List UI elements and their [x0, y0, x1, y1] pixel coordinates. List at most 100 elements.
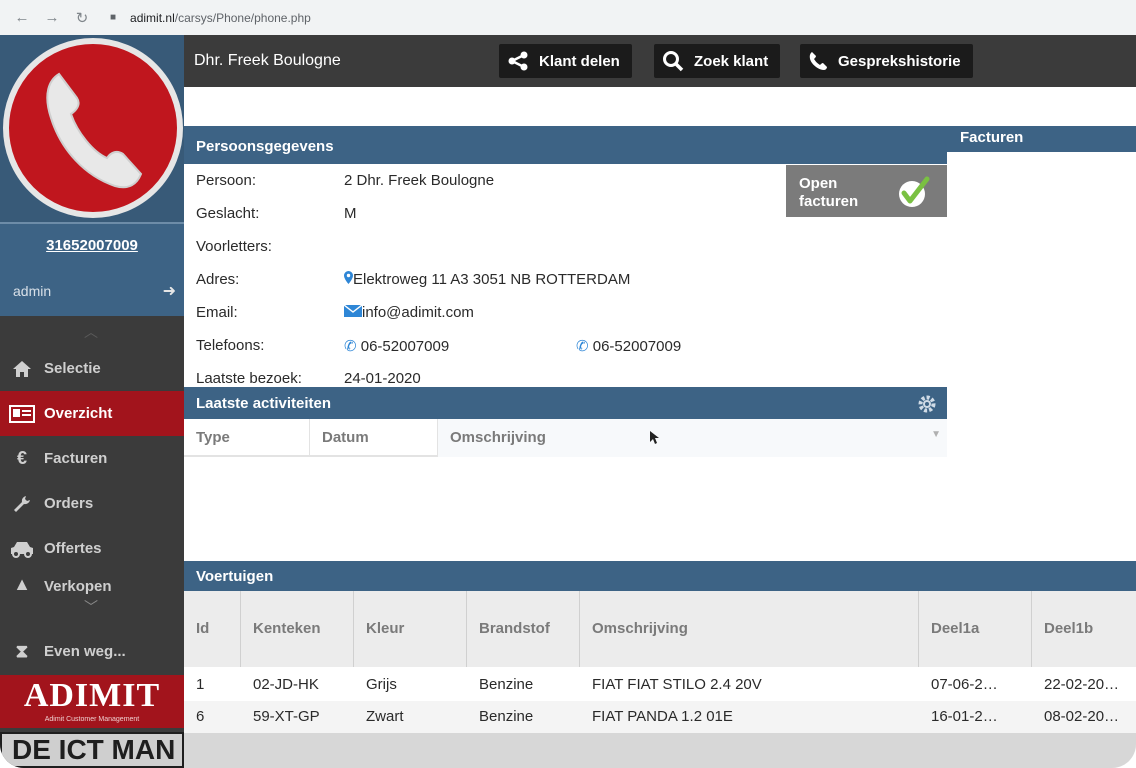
phone-icon [808, 51, 828, 71]
field-label: Adres: [196, 271, 240, 288]
cell-deel1a: 16-01-2… [931, 708, 998, 725]
field-value: 2 Dhr. Freek Boulogne [344, 172, 495, 189]
cell-kleur: Zwart [366, 708, 404, 725]
email-text: info@adimit.com [362, 304, 474, 321]
gesprekshistorie-button[interactable]: Gesprekshistorie [800, 44, 973, 78]
sidebar-item-overzicht[interactable]: Overzicht [0, 391, 184, 436]
ict-man-banner: DE ICT MAN [0, 732, 184, 768]
column-header-kenteken[interactable]: Kenteken [241, 591, 354, 667]
button-label: Klant delen [539, 52, 620, 70]
phone-call-icon[interactable] [3, 38, 183, 218]
field-label: Laatste bezoek: [196, 370, 302, 387]
phone-area [0, 35, 184, 222]
id-card-icon [8, 404, 36, 423]
column-header-brandstof[interactable]: Brandstof [467, 591, 580, 667]
email-value[interactable]: info@adimit.com [343, 304, 474, 321]
check-icon [897, 175, 931, 214]
table-row[interactable]: 1 02-JD-HK Grijs Benzine FIAT FIAT STILO… [184, 669, 1136, 701]
voertuigen-table-header: Id Kenteken Kleur Brandstof Omschrijving… [184, 591, 1136, 667]
button-label: Gesprekshistorie [838, 52, 961, 70]
field-label: Telefoons: [196, 337, 265, 354]
column-header-type[interactable]: Type [184, 419, 310, 457]
cell-brandstof: Benzine [479, 676, 534, 693]
hourglass-icon: ⧗ [15, 641, 29, 661]
field-value: M [344, 205, 357, 222]
column-header-deel1b[interactable]: Deel1b [1032, 591, 1136, 667]
sidebar-item-even-weg[interactable]: ⧗ Even weg... [0, 629, 184, 674]
cell-omschrijving: FIAT FIAT STILO 2.4 20V [592, 676, 762, 693]
cell-deel1b: 22-02-20… [1044, 676, 1120, 693]
open-facturen-line2: facturen [799, 193, 859, 210]
phone-handset-icon [46, 72, 143, 189]
url-path: /carsys/Phone/phone.php [174, 10, 311, 25]
chevron-down-icon[interactable]: ﹀ [84, 597, 98, 617]
chevron-up-icon[interactable]: ︿ [84, 322, 98, 342]
facturen-header: Facturen [947, 126, 1136, 152]
activiteiten-header: Laatste activiteiten [184, 387, 947, 419]
top-bar: Dhr. Freek Boulogne Klant delen Zoek kla… [184, 35, 1136, 87]
reload-icon[interactable]: ↻ [74, 9, 90, 27]
main-content: Persoonsgegevens Facturen Persoon: 2 Dhr… [184, 87, 1136, 768]
cell-id: 6 [196, 708, 205, 725]
cell-kenteken: 02-JD-HK [253, 676, 319, 693]
open-facturen-button[interactable]: Open facturen [786, 165, 947, 217]
column-header-omschrijving[interactable]: Omschrijving [580, 591, 919, 667]
voertuigen-header: Voertuigen [184, 561, 1136, 591]
table-row[interactable]: 6 59-XT-GP Zwart Benzine FIAT PANDA 1.2 … [184, 701, 1136, 733]
sidebar-item-orders[interactable]: Orders [0, 481, 184, 526]
field-label: Persoon: [196, 172, 257, 189]
sidebar-item-offertes[interactable]: Offertes [0, 526, 184, 571]
adimit-logo: ADIMIT Adimit Customer Management [0, 675, 184, 728]
phone-number-link[interactable]: 31652007009 [46, 237, 138, 254]
mail-icon [343, 304, 363, 317]
gear-icon[interactable] [917, 394, 937, 418]
address-value[interactable]: Elektroweg 11 A3 3051 NB ROTTERDAM [344, 271, 630, 288]
customer-name: Dhr. Freek Boulogne [194, 52, 341, 69]
persoonsgegevens-header: Persoonsgegevens [184, 126, 947, 164]
phone-text: 06-52007009 [592, 338, 682, 355]
klant-delen-button[interactable]: Klant delen [499, 44, 632, 78]
browser-toolbar: ← → ↻ ■ adimit.nl/carsys/Phone/phone.php [0, 0, 1136, 35]
tag-icon: ▲ [13, 574, 31, 594]
logout-icon[interactable]: ➜ [163, 281, 176, 301]
column-header-kleur[interactable]: Kleur [354, 591, 467, 667]
activiteiten-table-header: Type Datum Omschrijving ▼ [184, 419, 947, 457]
map-pin-icon [344, 271, 353, 284]
button-label: Zoek klant [694, 52, 769, 70]
lock-icon[interactable]: ■ [110, 12, 116, 23]
cell-kleur: Grijs [366, 676, 397, 693]
column-header-omschrijving[interactable]: Omschrijving [438, 419, 947, 457]
sidebar-item-label: Orders [44, 495, 94, 512]
sidebar-item-label: Selectie [44, 360, 101, 377]
phone-value-1[interactable]: ✆ 06-52007009 [344, 337, 449, 355]
column-header-id[interactable]: Id [184, 591, 241, 667]
phone-text: 06-52007009 [360, 338, 450, 355]
field-label: Geslacht: [196, 205, 260, 222]
section-title: Facturen [960, 129, 1024, 146]
user-bar: admin ➜ [0, 266, 184, 316]
sidebar-item-label: Verkopen [44, 578, 112, 595]
sidebar-item-selectie[interactable]: Selectie [0, 346, 184, 391]
url-host: adimit.nl [130, 10, 175, 25]
forward-arrow-icon[interactable]: → [44, 9, 60, 26]
sidebar: 31652007009 admin ➜ ︿ Selectie Overzicht… [0, 35, 184, 768]
section-title: Persoonsgegevens [196, 137, 334, 155]
address-bar[interactable]: adimit.nl/carsys/Phone/phone.php [130, 11, 311, 25]
column-header-datum[interactable]: Datum [310, 419, 438, 457]
username: admin [13, 283, 52, 299]
car-icon [8, 540, 36, 558]
sidebar-item-facturen[interactable]: € Facturen [0, 436, 184, 481]
search-icon [662, 50, 684, 72]
back-arrow-icon[interactable]: ← [14, 9, 30, 26]
share-icon [507, 51, 529, 71]
sidebar-item-label: Even weg... [44, 643, 126, 660]
sidebar-item-label: Overzicht [44, 405, 113, 422]
euro-icon: € [16, 448, 27, 468]
column-header-deel1a[interactable]: Deel1a [919, 591, 1032, 667]
sort-caret-icon[interactable]: ▼ [931, 429, 941, 440]
sidebar-item-verkopen[interactable]: ▲ Verkopen [0, 571, 184, 595]
home-icon [8, 360, 36, 378]
wrench-icon [8, 494, 36, 514]
phone-value-2[interactable]: ✆ 06-52007009 [576, 337, 681, 355]
zoek-klant-button[interactable]: Zoek klant [654, 44, 781, 78]
